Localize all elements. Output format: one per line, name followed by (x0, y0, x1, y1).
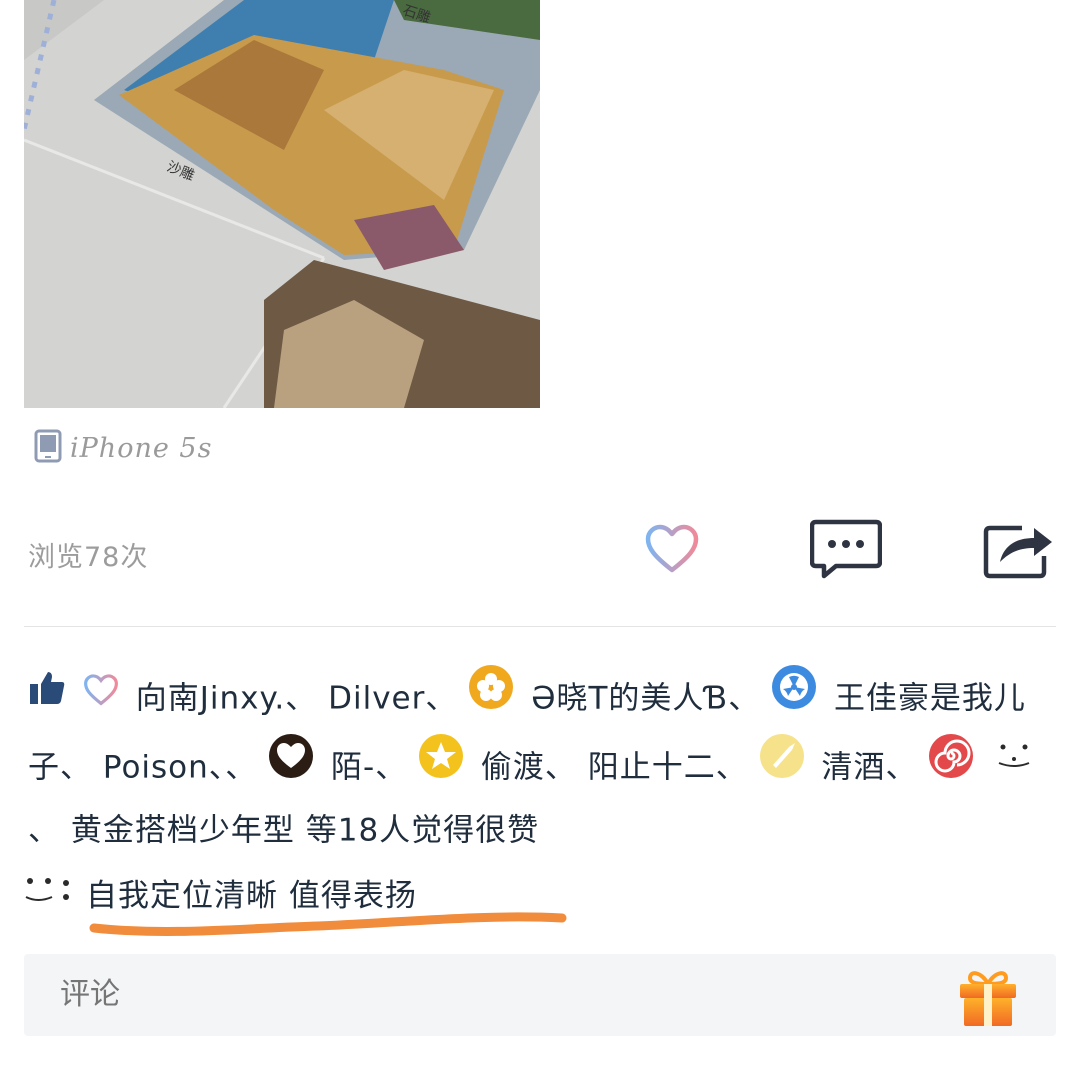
liker-name[interactable]: 、 (28, 813, 60, 849)
heart-small-icon (83, 669, 119, 723)
gift-icon[interactable] (956, 966, 1020, 1028)
likes-summary[interactable]: 等18人觉得很赞 (306, 813, 539, 849)
comment-button[interactable] (808, 518, 884, 584)
heart-avatar-icon[interactable] (268, 733, 314, 796)
liker-name[interactable]: Ə晓T的美人Ɓ、 (531, 681, 760, 717)
comment-box[interactable] (24, 954, 1056, 1036)
star-avatar-icon[interactable] (418, 733, 464, 796)
comment-input[interactable] (58, 976, 862, 1013)
swirl-avatar-icon[interactable] (928, 733, 974, 796)
liker-name[interactable]: Dilver、 (328, 681, 457, 717)
device-info: iPhone 5s (34, 428, 212, 468)
liker-name[interactable]: 阳止十二、 (588, 750, 748, 786)
like-button[interactable] (634, 518, 710, 584)
liker-name[interactable]: 黄金搭档少年型 (71, 813, 295, 849)
rocket-avatar-icon[interactable] (759, 733, 805, 796)
post-photo[interactable]: 石雕 沙雕 (24, 0, 540, 408)
flower-avatar-icon[interactable] (468, 664, 514, 727)
liker-name[interactable]: 向南Jinxy.、 (136, 681, 318, 717)
comment-bubble-icon (809, 518, 883, 584)
thumb-up-icon (28, 669, 66, 723)
liker-name[interactable]: 陌-、 (331, 750, 407, 786)
face-avatar-icon[interactable] (991, 733, 1038, 796)
commenter-avatar-icon[interactable] (24, 867, 80, 917)
phone-icon (34, 429, 62, 467)
share-button[interactable] (980, 518, 1056, 584)
liker-name[interactable]: 偷渡、 (481, 750, 577, 786)
radiation-avatar-icon[interactable] (771, 664, 817, 727)
likes-list: 向南Jinxy.、 Dilver、 Ə晓T的美人Ɓ、 王佳豪是我儿子、 Pois… (28, 664, 1058, 858)
heart-outline-icon (644, 524, 700, 578)
liker-name[interactable]: 清酒、 (822, 750, 918, 786)
highlight-underline (89, 912, 567, 936)
liker-name[interactable]: Poison、、 (103, 750, 257, 786)
device-label: iPhone 5s (70, 432, 213, 464)
view-count: 浏览78次 (28, 542, 149, 573)
share-arrow-icon (982, 518, 1054, 584)
divider (24, 626, 1056, 627)
